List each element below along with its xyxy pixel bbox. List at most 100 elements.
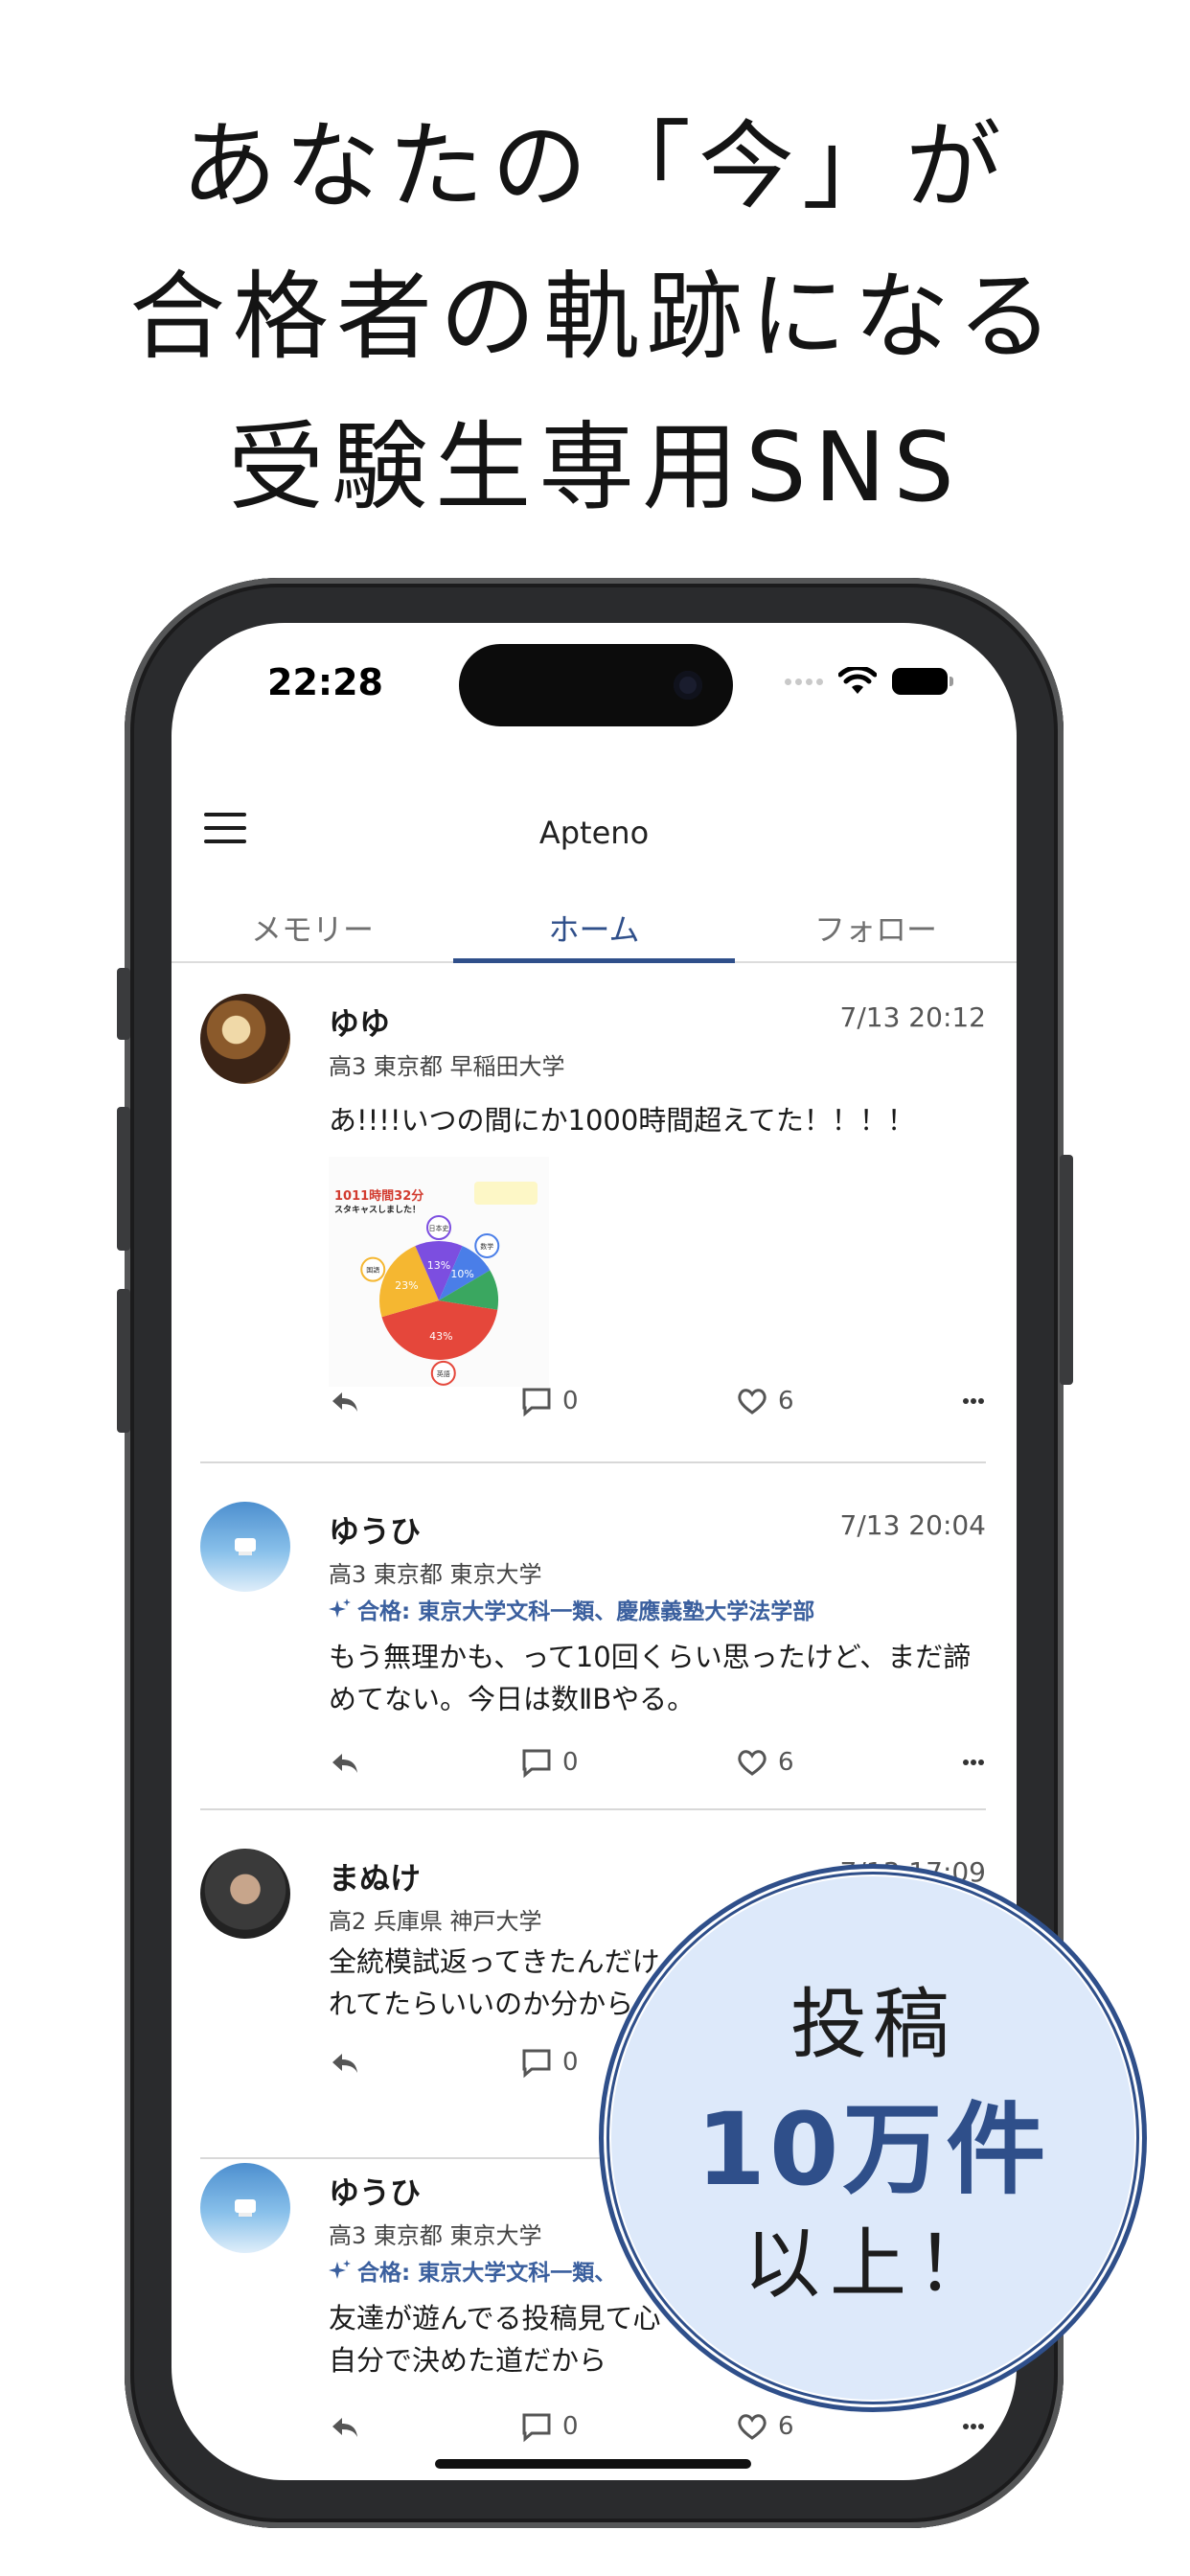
svg-text:日本史: 日本史 (429, 1224, 449, 1232)
headline-line-2: 合格者の軌跡になる (129, 261, 1061, 373)
headline-line-3: 受験生専用SNS (228, 411, 962, 523)
status-icons (785, 667, 953, 696)
post-meta: 高3 東京都 東京大学 (329, 2222, 542, 2249)
reply-button[interactable] (329, 2046, 361, 2079)
post-username[interactable]: ゆうひ (329, 1507, 421, 1552)
reply-icon (332, 1392, 357, 1412)
sparkle-icon (329, 1598, 351, 1618)
like-button[interactable]: 6 (736, 1385, 794, 1417)
dynamic-island (459, 644, 733, 726)
comment-button[interactable]: 0 (520, 2046, 579, 2079)
reply-button[interactable] (329, 1385, 361, 1417)
comment-count: 0 (562, 1748, 579, 1777)
like-count: 6 (778, 2412, 794, 2441)
svg-text:英語: 英語 (437, 1369, 450, 1378)
heart-icon (738, 1389, 767, 1414)
reply-icon (332, 2054, 357, 2073)
battery-icon (892, 668, 953, 695)
phone-volume-down-button (117, 1289, 130, 1433)
promo-badge: 投稿 10万件 以上！ (606, 1872, 1139, 2404)
reply-icon (332, 1754, 357, 1773)
post-username[interactable]: まぬけ (329, 1854, 421, 1898)
post-divider (200, 1808, 986, 1810)
promo-badge-line-1: 投稿 (790, 1980, 955, 2069)
more-options-button[interactable] (957, 1746, 990, 1779)
promo-headline: あなたの「今」が 合格者の軌跡になる 受験生専用SNS (0, 91, 1190, 542)
reply-button[interactable] (329, 2410, 361, 2443)
comment-icon (522, 2413, 551, 2443)
post-image[interactable]: 1011時間32分 スタキャスしました！ 43% 英語 23% 国語 13% 日本史 10%… (329, 1157, 549, 1387)
comment-count: 0 (562, 1387, 579, 1415)
post-time: 7/13 20:12 (839, 1001, 986, 1033)
headline-line-1: あなたの「今」が (181, 110, 1009, 222)
comment-icon (522, 1749, 551, 1779)
like-count: 6 (778, 1387, 794, 1415)
post-meta: 高2 兵庫県 神戸大学 (329, 1908, 542, 1935)
post-time: 7/13 20:04 (839, 1509, 986, 1541)
pie-category-label: 日本史 (426, 1215, 451, 1240)
reply-button[interactable] (329, 1746, 361, 1779)
comment-icon (522, 2049, 551, 2079)
comment-count: 0 (562, 2412, 579, 2441)
tab-memory[interactable]: メモリー (172, 886, 453, 961)
post-item[interactable]: ゆうひ 7/13 20:04 高3 東京都 東京大学 合格: 東京大学文科一類、… (200, 1502, 986, 1818)
post-divider (200, 1461, 986, 1463)
post-actions: 0 6 (329, 1385, 990, 1423)
post-username[interactable]: ゆゆ (329, 1000, 390, 1044)
post-username[interactable]: ゆうひ (329, 2169, 421, 2213)
comment-count: 0 (562, 2048, 579, 2077)
post-meta: 高3 東京都 早稲田大学 (329, 1053, 565, 1080)
avatar[interactable] (200, 994, 290, 1084)
more-options-button[interactable] (957, 1385, 990, 1417)
reply-icon (332, 2418, 357, 2437)
tab-home[interactable]: ホーム (453, 886, 735, 963)
pie-label: 13% (427, 1259, 450, 1272)
avatar[interactable] (200, 1502, 290, 1592)
passed-badge-text: 合格: 東京大学文科一類、慶應義塾大学法学部 (357, 1599, 815, 1624)
like-button[interactable]: 6 (736, 1746, 794, 1779)
like-button[interactable]: 6 (736, 2410, 794, 2443)
comment-icon (522, 1388, 551, 1417)
cellular-signal-icon (785, 678, 823, 685)
phone-action-button (117, 968, 130, 1040)
pie-label: 10% (450, 1268, 473, 1280)
more-horizontal-icon (963, 1760, 984, 1765)
comment-button[interactable]: 0 (520, 1746, 579, 1779)
pie-chart: 43% 英語 23% 国語 13% 日本史 10% 数学 (360, 1215, 500, 1386)
promo-badge-line-2: 10万件 (696, 2091, 1050, 2208)
status-time: 22:28 (267, 661, 383, 703)
pie-category-label: 英語 (430, 1360, 456, 1386)
svg-text:国語: 国語 (366, 1266, 379, 1275)
app-bar: Apteno (172, 786, 1017, 882)
camera-icon (674, 671, 702, 700)
phone-volume-up-button (117, 1107, 130, 1251)
wifi-icon (838, 667, 877, 694)
app-title: Apteno (538, 815, 650, 851)
passed-badge: 合格: 東京大学文科一類、 (329, 2254, 616, 2287)
avatar[interactable] (200, 1849, 290, 1939)
post-text: もう無理かも、って10回くらい思ったけど、まだ諦めてない。今日は数ⅡBやる。 (329, 1641, 972, 1715)
home-indicator[interactable] (435, 2459, 751, 2469)
phone-power-button (1060, 1155, 1073, 1385)
comment-button[interactable]: 0 (520, 2410, 579, 2443)
tab-bar: メモリー ホーム フォロー (172, 886, 1017, 963)
more-horizontal-icon (963, 1398, 984, 1404)
post-item[interactable]: ゆゆ 7/13 20:12 高3 東京都 早稲田大学 あ!!!!いつの間にか10… (200, 994, 986, 1425)
like-count: 6 (778, 1748, 794, 1777)
passed-badge-text: 合格: 東京大学文科一類、 (357, 2261, 617, 2286)
post-text: あ!!!!いつの間にか1000時間超えてた！！！！ (329, 1104, 915, 1137)
sparkle-icon (329, 2260, 351, 2279)
comment-button[interactable]: 0 (520, 1385, 579, 1417)
heart-icon (738, 2414, 767, 2440)
post-actions: 0 6 (329, 2410, 990, 2449)
pie-category-label: 国語 (360, 1256, 386, 1282)
pie-label: 43% (429, 1330, 452, 1343)
pie-category-label: 数学 (474, 1232, 500, 1258)
avatar[interactable] (200, 2163, 290, 2253)
promo-badge-line-3: 以上！ (744, 2220, 1002, 2309)
post-meta: 高3 東京都 東京大学 (329, 1561, 542, 1588)
more-options-button[interactable] (957, 2410, 990, 2443)
heart-icon (738, 1750, 767, 1776)
tab-follow[interactable]: フォロー (735, 886, 1017, 961)
pie-label: 23% (395, 1279, 418, 1292)
